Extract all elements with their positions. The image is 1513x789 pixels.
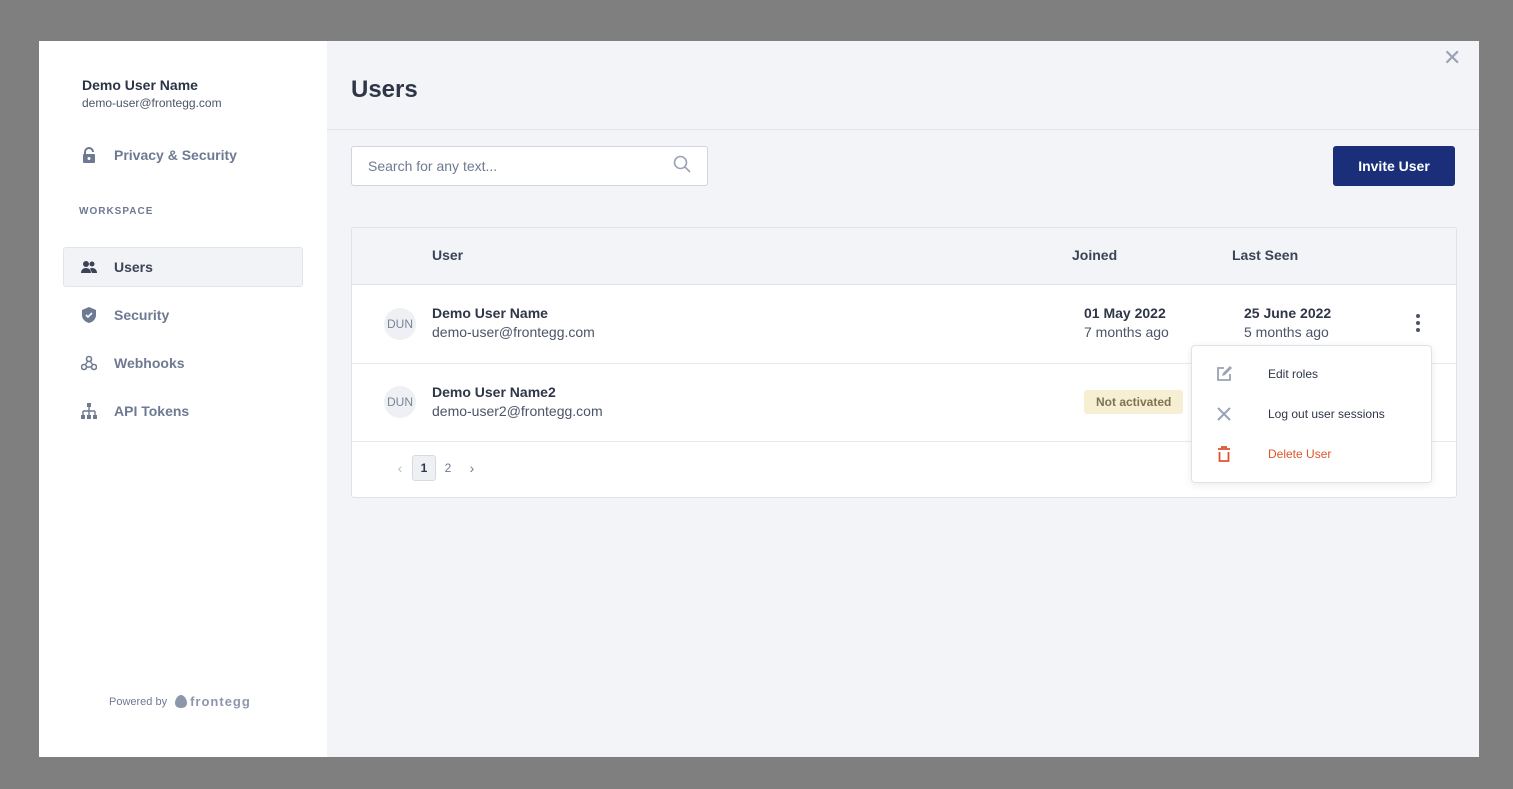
- joined-date: 01 May 2022: [1084, 305, 1166, 321]
- close-modal-button[interactable]: ✕: [1443, 47, 1461, 69]
- search-box: [351, 146, 708, 186]
- menu-item-label: Edit roles: [1268, 367, 1319, 381]
- edit-icon: [1216, 366, 1232, 382]
- frontegg-logo-icon: [175, 695, 188, 708]
- invite-user-button[interactable]: Invite User: [1333, 146, 1455, 186]
- menu-item-label: Log out user sessions: [1268, 407, 1385, 421]
- user-name: Demo User Name2: [432, 384, 556, 400]
- pagination: ‹ 1 2 ›: [388, 455, 484, 481]
- menu-item-delete-user[interactable]: Delete User: [1192, 434, 1431, 474]
- avatar: DUN: [384, 308, 416, 340]
- user-email: demo-user2@frontegg.com: [432, 403, 603, 419]
- user-email: demo-user@frontegg.com: [432, 324, 595, 340]
- menu-item-edit-roles[interactable]: Edit roles: [1192, 354, 1431, 394]
- sidebar-item-label: Webhooks: [114, 355, 185, 371]
- page-button-2[interactable]: 2: [436, 455, 460, 481]
- prev-page-button[interactable]: ‹: [388, 455, 412, 481]
- user-name: Demo User Name: [432, 305, 548, 321]
- powered-by-label: Powered by: [109, 695, 168, 708]
- last-seen-date: 25 June 2022: [1244, 305, 1332, 321]
- table-header: User Joined Last Seen: [352, 228, 1456, 285]
- page-header: Users: [327, 41, 1479, 130]
- joined-relative: 7 months ago: [1084, 324, 1169, 340]
- sidebar-item-api-tokens[interactable]: API Tokens: [63, 391, 303, 431]
- kebab-menu-icon: [1416, 314, 1420, 318]
- sidebar-item-privacy-security[interactable]: Privacy & Security: [63, 135, 303, 175]
- menu-item-label: Delete User: [1268, 447, 1332, 461]
- brand-name: frontegg: [190, 694, 251, 709]
- sidebar-item-label: API Tokens: [114, 403, 190, 419]
- chevron-right-icon: ›: [469, 460, 475, 476]
- frontegg-logo: frontegg: [175, 694, 251, 709]
- close-icon: ✕: [1443, 45, 1462, 70]
- users-icon: [81, 259, 97, 275]
- search-input[interactable]: [368, 158, 673, 174]
- profile: Demo User Name demo-user@frontegg.com: [82, 77, 222, 110]
- webhooks-icon: [81, 355, 97, 371]
- avatar: DUN: [384, 386, 416, 418]
- status-badge: Not activated: [1084, 390, 1184, 414]
- row-actions-button[interactable]: [1409, 312, 1427, 334]
- section-label-workspace: WORKSPACE: [79, 206, 154, 217]
- sidebar-item-label: Privacy & Security: [114, 147, 237, 163]
- profile-name: Demo User Name: [82, 77, 198, 93]
- sidebar-item-label: Security: [114, 307, 170, 323]
- close-icon: [1216, 406, 1232, 422]
- next-page-button[interactable]: ›: [460, 455, 484, 481]
- sidebar-item-webhooks[interactable]: Webhooks: [63, 343, 303, 383]
- page-title: Users: [351, 76, 418, 103]
- search-icon[interactable]: [673, 155, 691, 178]
- shield-icon: [81, 307, 97, 323]
- sidebar-item-security[interactable]: Security: [63, 295, 303, 335]
- sidebar: Demo User Name demo-user@frontegg.com Pr…: [39, 41, 327, 757]
- row-actions-menu: Edit roles Log out user sessions Delete …: [1191, 345, 1432, 483]
- sidebar-item-label: Users: [114, 259, 153, 275]
- menu-item-logout-sessions[interactable]: Log out user sessions: [1192, 394, 1431, 434]
- sidebar-item-users[interactable]: Users: [63, 247, 303, 287]
- chevron-left-icon: ‹: [397, 460, 403, 476]
- lock-icon: [81, 147, 97, 163]
- last-seen-relative: 5 months ago: [1244, 324, 1329, 340]
- column-header-last-seen[interactable]: Last Seen: [1232, 247, 1298, 263]
- powered-by: Powered by frontegg: [109, 694, 251, 709]
- api-tokens-icon: [81, 403, 97, 419]
- column-header-joined[interactable]: Joined: [1072, 247, 1117, 263]
- page-button-1[interactable]: 1: [412, 455, 436, 481]
- trash-icon: [1216, 446, 1232, 462]
- column-header-user[interactable]: User: [432, 247, 463, 263]
- profile-email: demo-user@frontegg.com: [82, 96, 222, 110]
